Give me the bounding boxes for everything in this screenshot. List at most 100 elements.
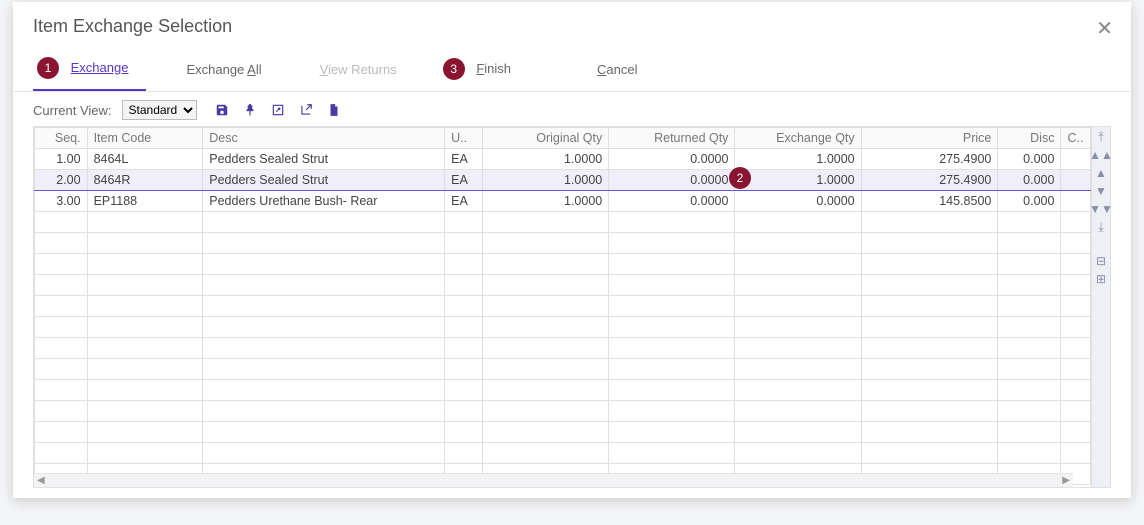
cell-uom[interactable]: EA bbox=[445, 149, 483, 170]
table-row bbox=[35, 422, 1091, 443]
callout-3-badge: 3 bbox=[443, 58, 465, 80]
tab-view-returns-post: iew Returns bbox=[328, 62, 397, 77]
expand-row-icon[interactable]: ⊞ bbox=[1096, 273, 1106, 285]
callout-1-badge: 1 bbox=[37, 57, 59, 79]
scroll-right-icon[interactable]: ▶ bbox=[1062, 475, 1070, 486]
tab-finish-post: inish bbox=[484, 61, 511, 76]
tab-view-returns-key: V bbox=[320, 62, 328, 77]
table-row bbox=[35, 401, 1091, 422]
cell-seq[interactable]: 3.00 bbox=[35, 191, 88, 212]
current-view-select[interactable]: Standard bbox=[122, 100, 197, 120]
cell-eqty[interactable]: 1.0000 bbox=[735, 170, 861, 191]
cell-item[interactable]: 8464L bbox=[87, 149, 203, 170]
cell-eqty[interactable]: 1.0000 bbox=[735, 149, 861, 170]
col-desc[interactable]: Desc bbox=[203, 128, 445, 149]
col-oqty[interactable]: Original Qty bbox=[483, 128, 609, 149]
col-disc[interactable]: Disc bbox=[998, 128, 1061, 149]
grid-header-row: Seq. Item Code Desc U.. Original Qty Ret… bbox=[35, 128, 1091, 149]
scroll-left-icon[interactable]: ◀ bbox=[37, 475, 45, 486]
table-row bbox=[35, 296, 1091, 317]
cell-desc[interactable]: Pedders Urethane Bush- Rear bbox=[203, 191, 445, 212]
grid-table[interactable]: Seq. Item Code Desc U.. Original Qty Ret… bbox=[34, 127, 1091, 485]
callout-2-badge: 2 bbox=[729, 167, 751, 189]
table-row bbox=[35, 380, 1091, 401]
cell-desc[interactable]: Pedders Sealed Strut bbox=[203, 170, 445, 191]
item-exchange-dialog: Item Exchange Selection ✕ 1 Exchange Exc… bbox=[13, 2, 1131, 498]
cell-rqty[interactable]: 0.0000 bbox=[609, 170, 735, 191]
cell-rqty[interactable]: 0.0000 bbox=[609, 149, 735, 170]
move-up-icon[interactable]: ▲ bbox=[1095, 167, 1107, 179]
tab-cancel-key: C bbox=[597, 62, 606, 77]
table-row bbox=[35, 338, 1091, 359]
grid-toolbar: Current View: Standard bbox=[13, 92, 1131, 126]
grid-side-actions: ⤒ ▲▲ ▲ ▼ ▼▼ ⤓ ⊟ ⊞ bbox=[1091, 127, 1110, 487]
cell-disc[interactable]: 0.000 bbox=[998, 149, 1061, 170]
tab-exchange-all-key: A bbox=[247, 62, 256, 77]
move-bottom-icon[interactable]: ⤓ bbox=[1098, 221, 1103, 233]
move-up-bulk-icon[interactable]: ▲▲ bbox=[1089, 149, 1113, 161]
col-uom[interactable]: U.. bbox=[445, 128, 483, 149]
cell-item[interactable]: EP1188 bbox=[87, 191, 203, 212]
tab-view-returns: View Returns bbox=[302, 52, 415, 87]
table-row bbox=[35, 317, 1091, 338]
pin-icon[interactable] bbox=[243, 103, 257, 117]
move-down-icon[interactable]: ▼ bbox=[1095, 185, 1107, 197]
command-bar: 1 Exchange Exchange All View Returns 3 F… bbox=[13, 47, 1131, 92]
table-row bbox=[35, 233, 1091, 254]
expand-icon[interactable] bbox=[271, 103, 285, 117]
cell-c[interactable] bbox=[1061, 191, 1091, 212]
close-icon[interactable]: ✕ bbox=[1090, 12, 1119, 45]
horizontal-scrollbar[interactable]: ◀ ▶ bbox=[34, 473, 1073, 487]
move-top-icon[interactable]: ⤒ bbox=[1098, 131, 1103, 143]
tab-exchange-all-pre: Exchange bbox=[186, 62, 247, 77]
table-row[interactable]: 3.00EP1188Pedders Urethane Bush- RearEA1… bbox=[35, 191, 1091, 212]
document-icon[interactable] bbox=[327, 103, 341, 117]
cell-rqty[interactable]: 0.0000 bbox=[609, 191, 735, 212]
cell-uom[interactable]: EA bbox=[445, 170, 483, 191]
cell-disc[interactable]: 0.000 bbox=[998, 191, 1061, 212]
move-down-bulk-icon[interactable]: ▼▼ bbox=[1089, 203, 1113, 215]
current-view-label: Current View: bbox=[33, 103, 112, 118]
tab-exchange-all-post: ll bbox=[256, 62, 262, 77]
dialog-title: Item Exchange Selection bbox=[13, 2, 1131, 47]
collapse-row-icon[interactable]: ⊟ bbox=[1096, 255, 1106, 267]
cell-item[interactable]: 8464R bbox=[87, 170, 203, 191]
cell-seq[interactable]: 1.00 bbox=[35, 149, 88, 170]
save-icon[interactable] bbox=[215, 103, 229, 117]
tab-finish[interactable]: 3 Finish bbox=[437, 48, 529, 90]
cell-seq[interactable]: 2.00 bbox=[35, 170, 88, 191]
table-row[interactable]: 2.008464RPedders Sealed StrutEA1.00000.0… bbox=[35, 170, 1091, 191]
grid-area: Seq. Item Code Desc U.. Original Qty Ret… bbox=[33, 126, 1111, 488]
col-price[interactable]: Price bbox=[861, 128, 998, 149]
table-row[interactable]: 1.008464LPedders Sealed StrutEA1.00000.0… bbox=[35, 149, 1091, 170]
cell-oqty[interactable]: 1.0000 bbox=[483, 170, 609, 191]
cell-disc[interactable]: 0.000 bbox=[998, 170, 1061, 191]
table-row bbox=[35, 275, 1091, 296]
col-item[interactable]: Item Code bbox=[87, 128, 203, 149]
export-icon[interactable] bbox=[299, 103, 313, 117]
toolbar-icons bbox=[215, 103, 341, 117]
col-seq[interactable]: Seq. bbox=[35, 128, 88, 149]
cell-eqty[interactable]: 0.0000 bbox=[735, 191, 861, 212]
table-row bbox=[35, 254, 1091, 275]
cell-oqty[interactable]: 1.0000 bbox=[483, 149, 609, 170]
cell-oqty[interactable]: 1.0000 bbox=[483, 191, 609, 212]
cell-desc[interactable]: Pedders Sealed Strut bbox=[203, 149, 445, 170]
cell-c[interactable] bbox=[1061, 170, 1091, 191]
tab-exchange-all[interactable]: Exchange All bbox=[168, 52, 279, 87]
col-c[interactable]: C.. bbox=[1061, 128, 1091, 149]
grid-scroll: Seq. Item Code Desc U.. Original Qty Ret… bbox=[34, 127, 1091, 487]
tab-exchange[interactable]: 1 Exchange bbox=[33, 47, 146, 91]
cell-price[interactable]: 275.4900 bbox=[861, 149, 998, 170]
tab-exchange-label: Exchange bbox=[71, 60, 129, 75]
table-row bbox=[35, 212, 1091, 233]
table-row bbox=[35, 443, 1091, 464]
cell-uom[interactable]: EA bbox=[445, 191, 483, 212]
cell-price[interactable]: 275.4900 bbox=[861, 170, 998, 191]
col-rqty[interactable]: Returned Qty bbox=[609, 128, 735, 149]
cell-c[interactable] bbox=[1061, 149, 1091, 170]
tab-cancel[interactable]: Cancel bbox=[579, 52, 655, 87]
col-eqty[interactable]: Exchange Qty bbox=[735, 128, 861, 149]
cell-price[interactable]: 145.8500 bbox=[861, 191, 998, 212]
tab-cancel-post: ancel bbox=[606, 62, 637, 77]
